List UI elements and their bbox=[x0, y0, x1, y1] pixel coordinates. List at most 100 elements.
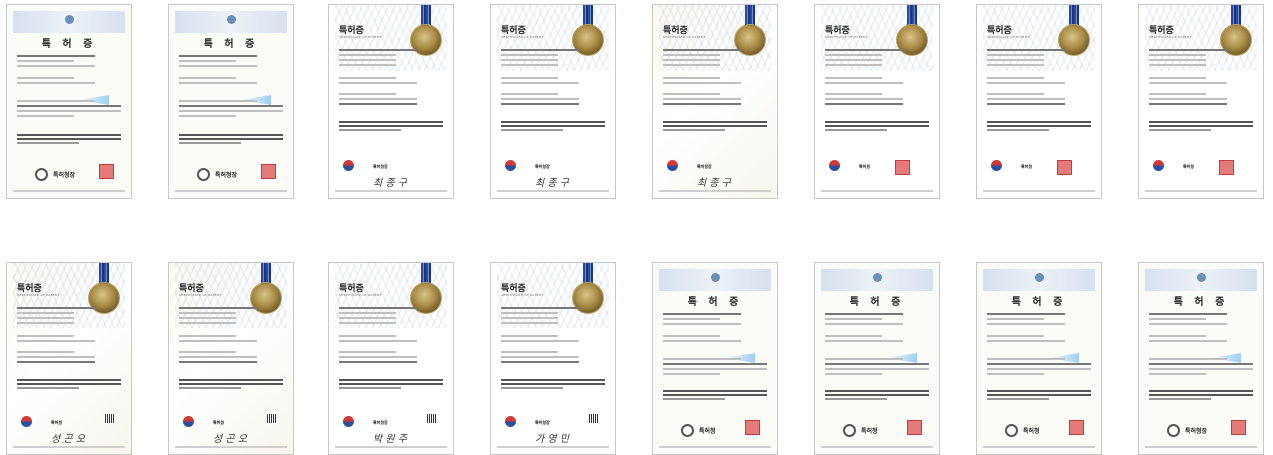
text-line bbox=[501, 340, 579, 342]
text-line bbox=[663, 363, 767, 365]
text-line bbox=[17, 361, 95, 363]
text-line bbox=[339, 312, 397, 314]
text-line bbox=[1149, 125, 1253, 127]
text-line bbox=[663, 340, 741, 342]
certificate-thumbnail[interactable]: 특 허 증특허청 bbox=[652, 262, 778, 455]
text-line bbox=[1149, 54, 1207, 56]
text-line bbox=[339, 129, 402, 131]
certificate-subtitle: CERTIFICATE OF PATENT bbox=[987, 35, 1030, 39]
text-line bbox=[339, 103, 417, 105]
text-line bbox=[339, 64, 397, 66]
patent-number-lines bbox=[179, 307, 283, 327]
text-line bbox=[339, 340, 417, 342]
text-line bbox=[825, 54, 883, 56]
certification-statement bbox=[1149, 390, 1253, 402]
text-line bbox=[987, 340, 1065, 342]
certificate-thumbnail[interactable]: 특 허 증 특허청장 bbox=[6, 4, 132, 199]
certification-statement bbox=[987, 121, 1091, 133]
certificate-thumbnail[interactable]: 특허증 CERTIFICATE OF PATENT 특허청장 박 원 주 bbox=[328, 262, 454, 455]
patent-number-lines bbox=[339, 307, 443, 327]
certificate-thumbnail[interactable]: 특허증 CERTIFICATE OF PATENT 특허청장 가 영 민 bbox=[490, 262, 616, 455]
issuer-name: 특허청 bbox=[699, 428, 716, 435]
kipo-logo-icon bbox=[1153, 160, 1164, 171]
inventor-lines bbox=[501, 93, 605, 108]
text-line bbox=[825, 363, 929, 365]
text-line bbox=[987, 363, 1091, 365]
issuer-name: 특허청장 bbox=[1185, 428, 1208, 435]
inventor-lines bbox=[179, 100, 283, 120]
text-line bbox=[179, 383, 283, 385]
invention-title-lines bbox=[179, 335, 283, 345]
certificate-thumbnail[interactable]: 특허증 CERTIFICATE OF PATENT 특허청장 최 종 구 bbox=[490, 4, 616, 199]
text-line bbox=[1149, 59, 1207, 61]
invention-title-lines bbox=[501, 77, 605, 87]
footer-rule bbox=[983, 190, 1095, 192]
text-line bbox=[663, 390, 767, 392]
certificate-thumbnail[interactable]: 특허증 CERTIFICATE OF PATENT 특허청 성 곤 오 bbox=[168, 262, 294, 455]
text-line bbox=[501, 383, 605, 385]
text-line bbox=[501, 98, 579, 100]
kipo-logo-icon bbox=[21, 416, 32, 427]
issuer-name: 특허청 bbox=[861, 428, 878, 435]
text-line bbox=[1149, 313, 1227, 315]
certificate-thumbnail[interactable]: 특허증 CERTIFICATE OF PATENT 특허청장 최 종 구 bbox=[328, 4, 454, 199]
certification-statement bbox=[339, 379, 443, 391]
footer-rule bbox=[659, 446, 771, 448]
issuer-name: 특허청 bbox=[213, 420, 225, 425]
text-line bbox=[17, 138, 121, 140]
issuer-name: 특허청장 bbox=[373, 164, 388, 169]
national-emblem-icon bbox=[1035, 273, 1044, 282]
text-line bbox=[1149, 77, 1207, 79]
text-line bbox=[825, 103, 903, 105]
text-line bbox=[17, 100, 95, 102]
text-line bbox=[1149, 121, 1253, 123]
certification-statement bbox=[987, 390, 1091, 402]
invention-title-lines bbox=[825, 335, 929, 345]
text-line bbox=[501, 307, 579, 309]
official-seal-stamp bbox=[895, 160, 910, 175]
certification-statement bbox=[1149, 121, 1253, 133]
inventor-lines bbox=[501, 351, 605, 366]
certificate-thumbnail[interactable]: 특허증 CERTIFICATE OF PATENT 특허청 성 곤 오 bbox=[6, 262, 132, 455]
patent-number-lines bbox=[1149, 49, 1253, 69]
certificate-thumbnail[interactable]: 특허증 CERTIFICATE OF PATENT 특허청장 최 종 구 bbox=[652, 4, 778, 199]
text-line bbox=[1149, 373, 1207, 375]
text-line bbox=[17, 77, 75, 79]
text-line bbox=[501, 125, 605, 127]
issuer-name: 특허청 bbox=[1023, 428, 1040, 435]
certificate-thumbnail[interactable]: 특 허 증특허청 bbox=[976, 262, 1102, 455]
certificate-thumbnail[interactable]: 특허증 CERTIFICATE OF PATENT 특허청 bbox=[814, 4, 940, 199]
certificate-subtitle: CERTIFICATE OF PATENT bbox=[501, 35, 544, 39]
certificate-thumbnail[interactable]: 특허증 CERTIFICATE OF PATENT 특허청 bbox=[976, 4, 1102, 199]
text-line bbox=[663, 77, 721, 79]
text-line bbox=[1149, 82, 1227, 84]
certificate-title: 특 허 증 bbox=[1011, 297, 1067, 308]
text-line bbox=[179, 340, 257, 342]
official-seal-stamp bbox=[1219, 160, 1234, 175]
footer-rule bbox=[821, 446, 933, 448]
text-line bbox=[825, 368, 929, 370]
certificate-title: 특 허 증 bbox=[687, 297, 743, 308]
certificate-subtitle: CERTIFICATE OF PATENT bbox=[339, 35, 382, 39]
certificate-thumbnail[interactable]: 특 허 증 특허청장 bbox=[1138, 262, 1264, 455]
patent-number-lines bbox=[339, 49, 443, 69]
certificate-thumbnail[interactable]: 특 허 증 특허청장 bbox=[168, 4, 294, 199]
national-emblem-icon bbox=[711, 273, 720, 282]
official-seal-stamp bbox=[907, 420, 922, 435]
text-line bbox=[179, 138, 283, 140]
text-line bbox=[1149, 129, 1212, 131]
issuer-name: 특허청 bbox=[1183, 164, 1195, 169]
text-line bbox=[987, 373, 1045, 375]
patent-number-lines bbox=[663, 49, 767, 69]
issuer-name: 특허청 bbox=[51, 420, 63, 425]
text-line bbox=[663, 335, 721, 337]
certification-statement bbox=[501, 121, 605, 133]
text-line bbox=[339, 322, 397, 324]
text-line bbox=[339, 335, 397, 337]
issuer-name: 특허청장 bbox=[215, 172, 238, 179]
text-line bbox=[663, 49, 741, 51]
issuer-name: 특허청장 bbox=[53, 172, 76, 179]
text-line bbox=[825, 93, 883, 95]
certificate-thumbnail[interactable]: 특 허 증 특허청 bbox=[814, 262, 940, 455]
certificate-thumbnail[interactable]: 특허증 CERTIFICATE OF PATENT 특허청 bbox=[1138, 4, 1264, 199]
